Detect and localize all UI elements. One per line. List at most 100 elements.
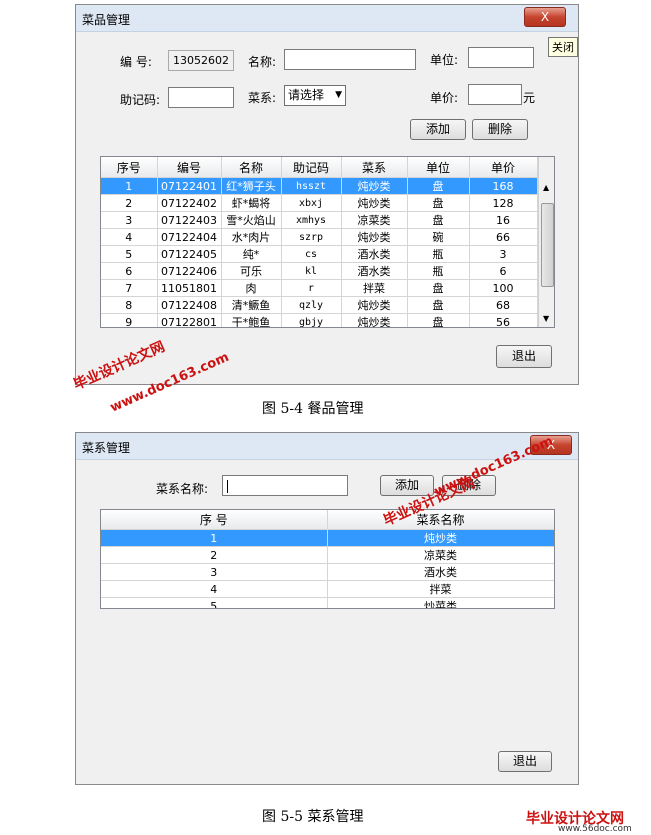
table-cell: 炖炒类 <box>327 529 554 547</box>
delete-button[interactable]: 删除 <box>472 119 528 140</box>
mnemonic-input[interactable] <box>168 87 234 108</box>
table-row[interactable]: 6 07122406 可乐 kl 酒水类瓶 6 <box>101 262 538 280</box>
window-title: 菜系管理 <box>82 441 131 455</box>
unit-input[interactable] <box>468 47 534 68</box>
table-cell: r <box>281 279 342 297</box>
cuisine-name-input[interactable] <box>222 475 348 496</box>
dish-header-cell[interactable]: 助记码 <box>281 157 342 178</box>
add-button[interactable]: 添加 <box>380 475 434 496</box>
table-cell: 盘 <box>407 313 470 327</box>
table-cell: 1 <box>101 177 158 195</box>
figure-caption-5-4: 图 5-4 餐品管理 <box>262 401 364 417</box>
price-unit-label: 元 <box>523 91 536 105</box>
dish-header-cell[interactable]: 序号 <box>101 157 158 178</box>
scroll-down-icon[interactable]: ▼ <box>543 314 549 323</box>
table-cell: 68 <box>469 296 538 314</box>
table-cell: 4 <box>101 580 328 598</box>
price-input[interactable] <box>468 84 522 105</box>
table-cell: 07122405 <box>157 245 222 263</box>
title-bar[interactable]: 菜品管理 X <box>76 5 578 32</box>
table-cell: 2 <box>101 194 158 212</box>
table-cell: 100 <box>469 279 538 297</box>
table-cell: 2 <box>101 546 328 564</box>
table-cell: xmhys <box>281 211 342 229</box>
table-cell: 炖炒类 <box>341 313 408 327</box>
table-row[interactable]: 3 酒水类 <box>101 563 554 581</box>
table-cell: kl <box>281 262 342 280</box>
table-cell: 盘 <box>407 177 470 195</box>
table-row[interactable]: 5 炒菜类 <box>101 597 554 608</box>
table-cell: 肉 <box>221 279 282 297</box>
table-cell: 炖炒类 <box>341 228 408 246</box>
table-cell: 6 <box>469 262 538 280</box>
scrollbar-thumb[interactable] <box>541 203 554 287</box>
table-cell: 盘 <box>407 194 470 212</box>
table-cell: 1 <box>101 529 328 547</box>
dish-header-cell[interactable]: 单位 <box>407 157 470 178</box>
dish-header-cell[interactable]: 编号 <box>157 157 222 178</box>
table-row[interactable]: 9 07122801 干*鲍鱼 gbjy 炖炒类盘 56 <box>101 313 538 327</box>
table-cell: 凉菜类 <box>327 546 554 564</box>
table-cell: 6 <box>101 262 158 280</box>
table-row[interactable]: 7 11051801 肉 r 拌菜盘 100 <box>101 279 538 297</box>
cuisine-select-value: 请选择 <box>288 88 325 102</box>
title-bar[interactable]: 菜系管理 X <box>76 433 578 460</box>
exit-button[interactable]: 退出 <box>498 751 552 772</box>
table-cell: 3 <box>101 211 158 229</box>
table-cell: 虾*蝎将 <box>221 194 282 212</box>
table-cell: 红*狮子头 <box>221 177 282 195</box>
cuisine-table: 序 号菜系名称 1 炖炒类 2 凉菜类 3 酒水类 4 拌菜 5 炒菜类 <box>100 509 555 609</box>
table-cell: 炖炒类 <box>341 177 408 195</box>
name-label: 名称: <box>248 55 277 69</box>
text-cursor <box>227 479 228 493</box>
scroll-up-icon[interactable]: ▲ <box>543 183 549 192</box>
table-row[interactable]: 1 炖炒类 <box>101 529 554 547</box>
table-cell: 07122403 <box>157 211 222 229</box>
table-cell: qzly <box>281 296 342 314</box>
table-cell: 07122801 <box>157 313 222 327</box>
name-input[interactable] <box>284 49 416 70</box>
cuisine-name-label: 菜系名称: <box>156 482 209 496</box>
table-cell: 酒水类 <box>327 563 554 581</box>
table-cell: 3 <box>469 245 538 263</box>
table-row[interactable]: 2 07122402 虾*蝎将 xbxj 炖炒类盘 128 <box>101 194 538 212</box>
code-field: 13052602 <box>168 50 234 71</box>
table-cell: 碗 <box>407 228 470 246</box>
table-row[interactable]: 2 凉菜类 <box>101 546 554 564</box>
table-row[interactable]: 8 07122408 清*鳜鱼 qzly 炖炒类盘 68 <box>101 296 538 314</box>
cuisine-select[interactable]: 请选择 ▼ <box>284 85 346 106</box>
table-cell: 5 <box>101 245 158 263</box>
table-row[interactable]: 4 拌菜 <box>101 580 554 598</box>
table-cell: cs <box>281 245 342 263</box>
close-button[interactable]: X <box>524 7 566 27</box>
dish-header-cell[interactable]: 单价 <box>469 157 538 178</box>
table-cell: 128 <box>469 194 538 212</box>
table-cell: 盘 <box>407 279 470 297</box>
table-row[interactable]: 5 07122405 纯* cs 酒水类瓶 3 <box>101 245 538 263</box>
window-title: 菜品管理 <box>82 13 131 27</box>
dish-header-cell[interactable]: 名称 <box>221 157 282 178</box>
exit-button[interactable]: 退出 <box>496 345 552 368</box>
dish-header-cell[interactable]: 菜系 <box>341 157 408 178</box>
table-cell: 5 <box>101 597 328 608</box>
table-cell: 07122404 <box>157 228 222 246</box>
table-row[interactable]: 4 07122404 水*肉片 szrp 炖炒类碗 66 <box>101 228 538 246</box>
table-cell: 168 <box>469 177 538 195</box>
table-cell: 07122406 <box>157 262 222 280</box>
table-cell: 炖炒类 <box>341 296 408 314</box>
table-row[interactable]: 3 07122403 雪*火焰山 xmhys 凉菜类盘 16 <box>101 211 538 229</box>
add-button[interactable]: 添加 <box>410 119 466 140</box>
cuisine-header-cell[interactable]: 序 号 <box>101 510 328 530</box>
cuisine-header-cell[interactable]: 菜系名称 <box>327 510 554 530</box>
table-cell: 9 <box>101 313 158 327</box>
table-cell: 16 <box>469 211 538 229</box>
close-button[interactable]: X <box>530 435 572 455</box>
delete-button[interactable]: 删除 <box>442 475 496 496</box>
vertical-scrollbar[interactable]: ▲ ▼ <box>538 157 554 327</box>
table-cell: 酒水类 <box>341 245 408 263</box>
table-cell: 清*鳜鱼 <box>221 296 282 314</box>
dish-management-window: 菜品管理 X 关闭 编 号: 13052602 名称: 单位: 助记码: 菜系:… <box>75 4 579 385</box>
table-row[interactable]: 1 07122401 红*狮子头 hsszt 炖炒类盘 168 <box>101 177 538 195</box>
close-tooltip: 关闭 <box>548 37 578 57</box>
table-cell: 4 <box>101 228 158 246</box>
